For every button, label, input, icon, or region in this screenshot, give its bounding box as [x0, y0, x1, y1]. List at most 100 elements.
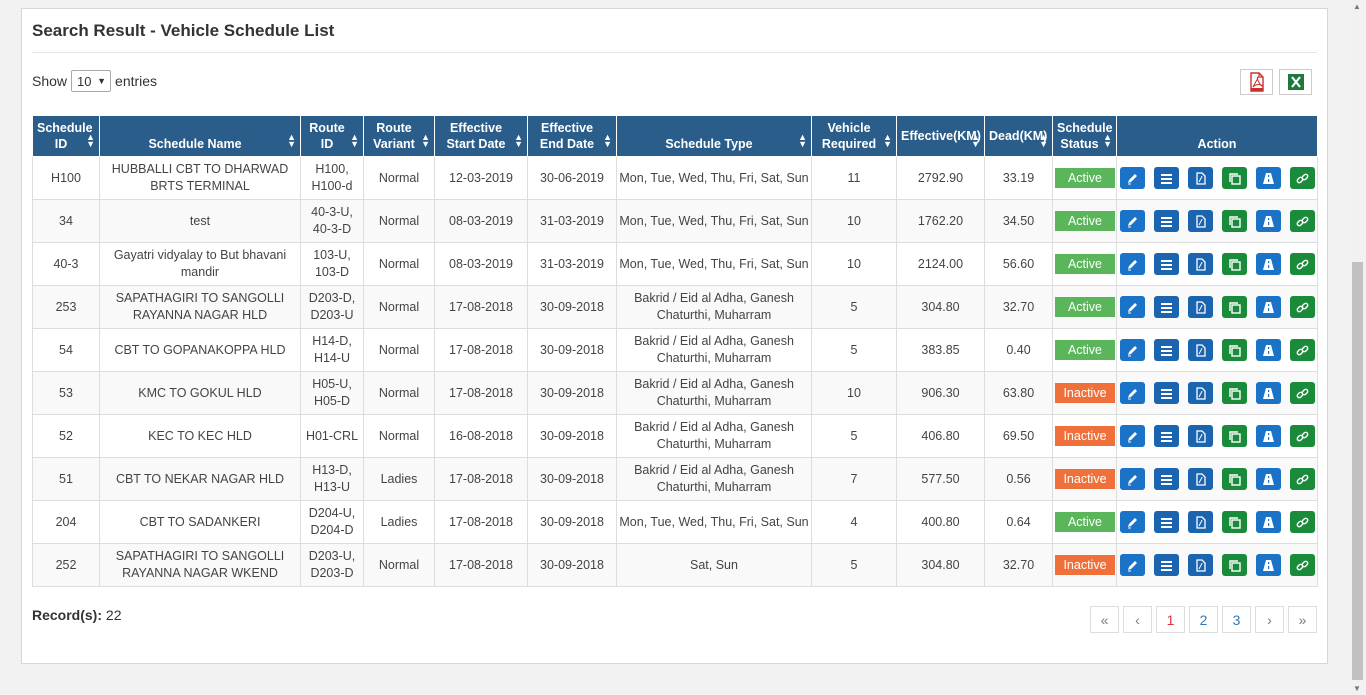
pdf-icon [1195, 214, 1206, 228]
start-date-cell: 12-03-2019 [434, 156, 528, 200]
column-header-vehicle-required[interactable]: Vehicle Required ▲ ▼ [811, 115, 897, 157]
column-header-effective-km[interactable]: Effective(KM) ▲ ▼ [896, 115, 985, 157]
route-id-cell: H14-D, H14-U [300, 328, 364, 372]
schedule-id-cell: 253 [32, 285, 100, 329]
pdf-button[interactable] [1187, 339, 1213, 361]
effective-km-cell: 1762.20 [896, 199, 985, 243]
pager-page-1[interactable]: 1 [1156, 606, 1185, 633]
copy-button[interactable] [1221, 382, 1247, 404]
edit-button[interactable] [1119, 210, 1145, 232]
link-button[interactable] [1289, 253, 1315, 275]
dead-km-cell: 32.70 [984, 285, 1053, 329]
edit-button[interactable] [1119, 425, 1145, 447]
edit-button[interactable] [1119, 382, 1145, 404]
column-header-route-id[interactable]: Route ID ▲ ▼ [300, 115, 364, 157]
road-icon [1262, 516, 1274, 528]
edit-button[interactable] [1119, 339, 1145, 361]
route-button[interactable] [1255, 253, 1281, 275]
pager-last-button[interactable]: » [1288, 606, 1317, 633]
route-button[interactable] [1255, 339, 1281, 361]
column-header-schedule-name[interactable]: Schedule Name ▲ ▼ [99, 115, 301, 157]
pdf-button[interactable] [1187, 511, 1213, 533]
scrollbar-thumb[interactable] [1352, 262, 1363, 680]
copy-button[interactable] [1221, 167, 1247, 189]
column-header-route-variant[interactable]: Route Variant ▲ ▼ [363, 115, 435, 157]
link-button[interactable] [1289, 210, 1315, 232]
pager-page-2[interactable]: 2 [1189, 606, 1218, 633]
pdf-button[interactable] [1187, 296, 1213, 318]
route-button[interactable] [1255, 167, 1281, 189]
schedule-id-cell: 40-3 [32, 242, 100, 286]
copy-button[interactable] [1221, 210, 1247, 232]
pdf-button[interactable] [1187, 167, 1213, 189]
schedule-type-cell: Bakrid / Eid al Adha, Ganesh Chaturthi, … [616, 285, 812, 329]
edit-button[interactable] [1119, 468, 1145, 490]
details-button[interactable] [1153, 382, 1179, 404]
copy-button[interactable] [1221, 554, 1247, 576]
route-button[interactable] [1255, 468, 1281, 490]
route-button[interactable] [1255, 554, 1281, 576]
column-header-dead-km[interactable]: Dead(KM) ▲ ▼ [984, 115, 1053, 157]
scroll-up-icon[interactable]: ▲ [1353, 2, 1361, 11]
details-button[interactable] [1153, 468, 1179, 490]
details-button[interactable] [1153, 210, 1179, 232]
edit-button[interactable] [1119, 253, 1145, 275]
link-icon [1296, 560, 1308, 570]
link-button[interactable] [1289, 167, 1315, 189]
export-excel-button[interactable] [1279, 69, 1312, 95]
start-date-cell: 17-08-2018 [434, 543, 528, 587]
pager-page-3[interactable]: 3 [1222, 606, 1251, 633]
scroll-down-icon[interactable]: ▼ [1353, 684, 1361, 693]
pager-prev-button[interactable]: ‹ [1123, 606, 1152, 633]
link-button[interactable] [1289, 339, 1315, 361]
list-icon [1160, 560, 1172, 571]
pager-next-button[interactable]: › [1255, 606, 1284, 633]
route-button[interactable] [1255, 382, 1281, 404]
details-button[interactable] [1153, 167, 1179, 189]
copy-button[interactable] [1221, 339, 1247, 361]
route-button[interactable] [1255, 511, 1281, 533]
copy-button[interactable] [1221, 425, 1247, 447]
details-button[interactable] [1153, 554, 1179, 576]
vertical-scrollbar[interactable]: ▲ ▼ [1349, 0, 1366, 695]
pdf-button[interactable] [1187, 425, 1213, 447]
edit-button[interactable] [1119, 554, 1145, 576]
schedule-name-cell: KMC TO GOKUL HLD [99, 371, 301, 415]
details-button[interactable] [1153, 511, 1179, 533]
link-button[interactable] [1289, 554, 1315, 576]
pdf-button[interactable] [1187, 253, 1213, 275]
copy-button[interactable] [1221, 253, 1247, 275]
page-length-select[interactable]: 10 ▼ [71, 70, 112, 92]
pager-first-button[interactable]: « [1090, 606, 1119, 633]
column-header-schedule-type[interactable]: Schedule Type ▲ ▼ [616, 115, 812, 157]
route-button[interactable] [1255, 425, 1281, 447]
pdf-button[interactable] [1187, 554, 1213, 576]
export-pdf-button[interactable] [1240, 69, 1273, 95]
column-header-schedule-status[interactable]: Schedule Status ▲ ▼ [1052, 115, 1117, 157]
link-button[interactable] [1289, 511, 1315, 533]
copy-button[interactable] [1221, 296, 1247, 318]
action-buttons [1119, 210, 1315, 232]
link-button[interactable] [1289, 382, 1315, 404]
edit-button[interactable] [1119, 511, 1145, 533]
pdf-button[interactable] [1187, 382, 1213, 404]
route-button[interactable] [1255, 296, 1281, 318]
column-header-effective-start-date[interactable]: Effective Start Date ▲ ▼ [434, 115, 528, 157]
edit-button[interactable] [1119, 296, 1145, 318]
details-button[interactable] [1153, 425, 1179, 447]
pdf-button[interactable] [1187, 468, 1213, 490]
dead-km-cell: 63.80 [984, 371, 1053, 415]
copy-button[interactable] [1221, 511, 1247, 533]
link-button[interactable] [1289, 425, 1315, 447]
edit-button[interactable] [1119, 167, 1145, 189]
copy-button[interactable] [1221, 468, 1247, 490]
details-button[interactable] [1153, 253, 1179, 275]
pdf-button[interactable] [1187, 210, 1213, 232]
link-button[interactable] [1289, 468, 1315, 490]
column-header-schedule-id[interactable]: Schedule ID ▲ ▼ [32, 115, 100, 157]
column-header-effective-end-date[interactable]: Effective End Date ▲ ▼ [527, 115, 617, 157]
details-button[interactable] [1153, 339, 1179, 361]
details-button[interactable] [1153, 296, 1179, 318]
route-button[interactable] [1255, 210, 1281, 232]
link-button[interactable] [1289, 296, 1315, 318]
